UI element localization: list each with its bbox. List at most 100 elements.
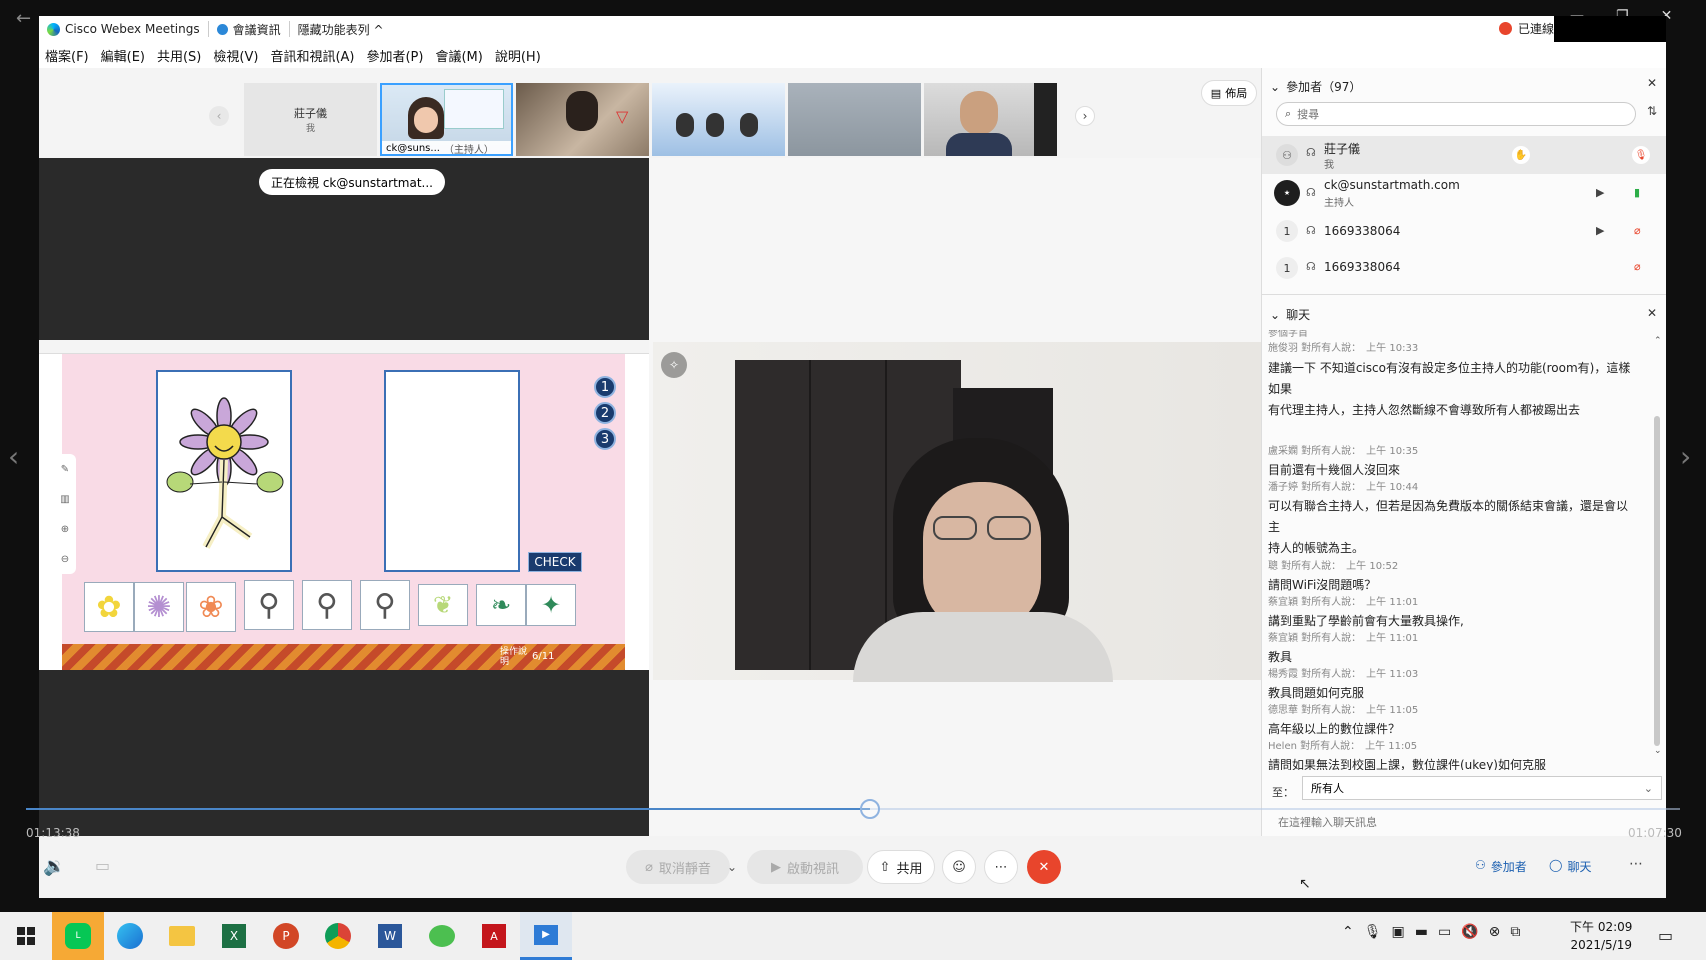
option-stem-2[interactable]: ⚲ (302, 580, 352, 630)
taskbar-chrome[interactable] (312, 912, 364, 960)
chat-input[interactable] (1270, 815, 1650, 829)
pin-icon[interactable]: ✧ (661, 352, 687, 378)
zoom-in-icon[interactable]: ⊕ (61, 524, 69, 535)
tray-chevron-icon[interactable]: ⌃ (1342, 924, 1354, 940)
more-options-button[interactable]: ⋯ (984, 850, 1018, 884)
menu-share[interactable]: 共用(S) (151, 46, 207, 65)
option-purple-flower[interactable]: ✺ (134, 582, 184, 632)
participant-row-2[interactable]: 1 ☊ 1669338064 ▶ ⌀ (1262, 212, 1666, 250)
taskbar-word[interactable]: W (364, 912, 416, 960)
taskbar-excel[interactable]: X (208, 912, 260, 960)
step-2[interactable]: 2 (594, 402, 616, 424)
participants-header[interactable]: ⌄ 參加者（97） (1270, 78, 1361, 95)
collapse-chat-icon[interactable]: ⌄ (1270, 308, 1280, 322)
participant-row-3[interactable]: 1 ☊ 1669338064 ⌀ (1262, 250, 1666, 286)
participant-row-1[interactable]: ★ ☊ ck@sunstartmath.com 主持人 ▶ ▮ (1262, 174, 1666, 212)
menu-meeting[interactable]: 會議(M) (429, 46, 488, 65)
step-1[interactable]: 1 (594, 376, 616, 398)
taskbar-wechat[interactable] (416, 912, 468, 960)
audio-options-chevron-icon[interactable]: ⌄ (727, 860, 737, 874)
chat-recipient-select[interactable]: 所有人 ⌄ (1302, 776, 1662, 800)
clock[interactable]: 下午 02:09 2021/5/19 (1570, 918, 1632, 954)
help-label[interactable]: 操作說明 (500, 647, 530, 667)
menu-view[interactable]: 檢視(V) (207, 46, 264, 65)
hide-toolbar-segment[interactable]: 隱藏功能表列 ^ (290, 21, 392, 37)
participant-2-mic-muted-icon[interactable]: ⌀ (1634, 224, 1641, 237)
meeting-info-segment[interactable]: 會議資訊 (209, 21, 290, 37)
tray-display-icon[interactable]: ▣ (1392, 924, 1405, 940)
close-participants-icon[interactable]: ✕ (1647, 76, 1657, 90)
search-input[interactable] (1297, 107, 1598, 121)
tray-volume-icon[interactable]: 🔇 (1461, 924, 1478, 940)
menu-help[interactable]: 說明(H) (489, 46, 547, 65)
thumb-participant-4[interactable] (788, 83, 921, 156)
sort-icon[interactable]: ⇅ (1647, 104, 1657, 118)
panel-more-icon[interactable]: ⋯ (1629, 856, 1643, 872)
thumb-host[interactable]: ck@suns... （主持人） (380, 83, 513, 156)
menu-audio-video[interactable]: 音訊和視訊(A) (264, 46, 360, 65)
reactions-button[interactable]: ☺ (942, 850, 976, 884)
chat-scrollbar[interactable]: ⌃ ⌄ (1654, 336, 1662, 776)
option-orange-flower[interactable]: ❀ (186, 582, 236, 632)
share-button[interactable]: ⇧ 共用 (867, 850, 935, 884)
layout-button[interactable]: ▤ 佈局 (1201, 80, 1257, 106)
back-arrow-icon[interactable]: ← (16, 8, 31, 29)
check-button[interactable]: CHECK (528, 552, 582, 572)
taskbar-webex[interactable]: ▶ (520, 912, 572, 960)
chat-input-area[interactable] (1270, 808, 1660, 836)
taskbar-edge[interactable] (104, 912, 156, 960)
playback-knob[interactable] (859, 799, 880, 819)
thumb-participant-3[interactable] (652, 83, 785, 156)
step-3[interactable]: 3 (594, 428, 616, 450)
scroll-up-icon[interactable]: ⌃ (1654, 336, 1662, 346)
chat-toggle[interactable]: ◯ 聊天 (1549, 858, 1591, 875)
menu-participants[interactable]: 參加者(P) (360, 46, 429, 65)
drop-target-card[interactable] (384, 370, 520, 572)
notifications-icon[interactable]: ▭ (1658, 926, 1673, 945)
raise-hand-icon[interactable]: ✋ (1512, 146, 1530, 164)
playback-track[interactable] (26, 799, 1680, 819)
tray-mic-icon[interactable]: 🎙 (1364, 924, 1382, 940)
flower-card[interactable] (156, 370, 292, 572)
trash-icon[interactable]: ▥ (60, 494, 69, 505)
participant-3-mic-muted-icon[interactable]: ⌀ (1634, 260, 1641, 273)
end-meeting-button[interactable]: ✕ (1027, 850, 1061, 884)
pen-icon[interactable]: ✎ (61, 464, 69, 475)
tray-input-icon[interactable]: ⧉ (1510, 924, 1520, 940)
prev-arrow-icon[interactable]: ‹ (8, 440, 19, 473)
option-stem-3[interactable]: ⚲ (360, 580, 410, 630)
chat-scroll-thumb[interactable] (1654, 416, 1660, 746)
audio-settings-icon[interactable]: 🔉 (43, 856, 65, 877)
thumb-participant-2[interactable]: ▽ (516, 83, 649, 156)
participant-2-video-icon[interactable]: ▶ (1596, 224, 1604, 237)
tray-battery-icon[interactable]: ▬ (1415, 924, 1428, 940)
participant-1-mic-icon[interactable]: ▮ (1634, 186, 1640, 199)
zoom-out-icon[interactable]: ⊖ (61, 554, 69, 565)
option-stem-1[interactable]: ⚲ (244, 580, 294, 630)
next-arrow-icon[interactable]: › (1680, 440, 1691, 473)
thumbs-prev-icon[interactable]: ‹ (209, 106, 229, 126)
participants-search[interactable]: ⌕ (1276, 102, 1636, 126)
tray-status-icon[interactable]: ⊗ (1489, 924, 1501, 940)
scroll-down-icon[interactable]: ⌄ (1654, 746, 1662, 756)
participant-1-video-icon[interactable]: ▶ (1596, 186, 1604, 199)
unmute-button[interactable]: ⌀ 取消靜音 (626, 850, 730, 884)
menu-file[interactable]: 檔案(F) (39, 46, 95, 65)
taskbar-explorer[interactable] (156, 912, 208, 960)
caption-icon[interactable]: ▭ (95, 856, 110, 875)
start-button[interactable] (0, 912, 52, 960)
taskbar-powerpoint[interactable]: P (260, 912, 312, 960)
thumb-participant-5[interactable] (924, 83, 1057, 156)
tray-network-icon[interactable]: ▭ (1438, 924, 1451, 940)
participant-row-0[interactable]: ⚇ ☊ 莊子儀 我 ✋ 🎙 (1262, 136, 1666, 174)
thumb-self[interactable]: 莊子儀 我 (244, 83, 377, 156)
thumbs-next-icon[interactable]: › (1075, 106, 1095, 126)
option-yellow-flower[interactable]: ✿ (84, 582, 134, 632)
option-leaf-3[interactable]: ✦ (526, 584, 576, 626)
chat-header[interactable]: ⌄ 聊天 (1270, 306, 1310, 323)
option-leaf-1[interactable]: ❦ (418, 584, 468, 626)
participants-toggle[interactable]: ⚇ 參加者 (1475, 858, 1527, 875)
taskbar-line[interactable]: L (52, 912, 104, 960)
close-chat-icon[interactable]: ✕ (1647, 306, 1657, 320)
start-video-button[interactable]: ▶ 啟動視訊 (747, 850, 863, 884)
